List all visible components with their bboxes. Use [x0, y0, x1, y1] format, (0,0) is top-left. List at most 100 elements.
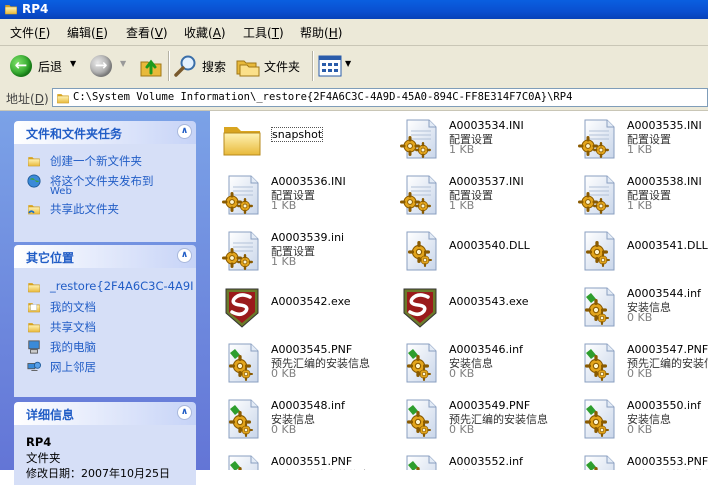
other-places-panel: 其它位置 ∧ _restore{2F4A6C3C-4A9I 我的文档 共享文档 … [14, 245, 196, 397]
file-name: A0003541.DLL [627, 239, 708, 252]
share-folder-icon [26, 202, 42, 216]
file-name: A0003540.DLL [449, 239, 530, 252]
file-item[interactable]: A0003548.inf 安装信息 0 KB [214, 395, 392, 451]
search-icon [174, 55, 196, 77]
views-button[interactable]: ▼ [318, 54, 352, 78]
file-name: A0003542.exe [271, 295, 351, 308]
file-item[interactable]: A0003546.inf 安装信息 0 KB [392, 339, 570, 395]
collapse-chevron-icon[interactable]: ∧ [177, 405, 192, 420]
setup-info-icon [576, 397, 620, 441]
file-size: 1 KB [627, 143, 653, 156]
setup-info-icon [576, 285, 620, 329]
setup-info-icon [398, 453, 442, 470]
my-computer-icon [28, 340, 40, 354]
folder-icon [55, 91, 71, 105]
folder-icon [220, 117, 264, 161]
file-item[interactable]: A0003542.exe [214, 283, 392, 339]
file-item[interactable]: A0003540.DLL [392, 227, 570, 283]
forward-arrow-icon: → [90, 55, 112, 77]
config-file-icon [398, 173, 442, 217]
up-folder-icon [140, 59, 162, 77]
file-size: 1 KB [449, 143, 475, 156]
file-item[interactable]: A0003543.exe [392, 283, 570, 339]
file-size: 0 KB [449, 423, 475, 436]
file-item[interactable]: A0003537.INI 配置设置 1 KB [392, 171, 570, 227]
file-size: 1 KB [271, 255, 297, 268]
setup-info-icon [576, 341, 620, 385]
forward-button[interactable]: → ▼ [90, 54, 130, 78]
folders-button[interactable]: 文件夹 [236, 54, 306, 78]
setup-info-icon [576, 453, 620, 470]
menu-view[interactable]: 查看(V) [126, 24, 168, 41]
dropdown-arrow-icon[interactable]: ▼ [345, 59, 351, 68]
folders-icon [236, 60, 260, 77]
file-size: 0 KB [627, 367, 653, 380]
file-item[interactable]: A0003550.inf 安装信息 0 KB [570, 395, 708, 451]
menu-help[interactable]: 帮助(H) [300, 24, 342, 41]
menu-edit[interactable]: 编辑(E) [67, 24, 108, 41]
file-item[interactable]: A0003541.DLL [570, 227, 708, 283]
address-bar: 地址(D) C:\System Volume Information\_rest… [0, 86, 708, 111]
publish-web-icon [27, 174, 41, 188]
file-item[interactable]: A0003551.PNF预先汇编的安装信息 [214, 451, 392, 470]
window-title: RP4 [22, 2, 49, 16]
search-button[interactable]: 搜索 [174, 54, 234, 78]
file-size: 0 KB [271, 423, 297, 436]
exe-file-icon [398, 285, 442, 329]
title-bar[interactable]: RP4 [0, 0, 708, 19]
file-item[interactable]: A0003552.inf安装信息 [392, 451, 570, 470]
details-type: 文件夹 [26, 451, 61, 465]
file-tasks-header[interactable]: 文件和文件夹任务 ∧ [14, 121, 196, 144]
address-label: 地址(D) [6, 92, 49, 106]
dropdown-arrow-icon[interactable]: ▼ [70, 59, 76, 68]
details-header[interactable]: 详细信息 ∧ [14, 402, 196, 425]
menu-favorites[interactable]: 收藏(A) [184, 24, 226, 41]
file-item[interactable]: A0003553.PNF预先汇编的安装信息 [570, 451, 708, 470]
other-places-header[interactable]: 其它位置 ∧ [14, 245, 196, 268]
file-item[interactable]: A0003549.PNF 预先汇编的安装信息 0 KB [392, 395, 570, 451]
file-item[interactable]: A0003547.PNF预先汇编的安装信息0 KB [570, 339, 708, 395]
file-item[interactable]: snapshot [214, 115, 392, 171]
file-item[interactable]: A0003536.INI 配置设置 1 KB [214, 171, 392, 227]
details-panel: 详细信息 ∧ RP4 文件夹 修改日期：2007年10月25日 [14, 402, 196, 485]
file-item[interactable]: A0003545.PNF 预先汇编的安装信息 0 KB [214, 339, 392, 395]
setup-info-icon [398, 341, 442, 385]
setup-info-icon [220, 397, 264, 441]
setup-info-icon [398, 397, 442, 441]
file-size: 0 KB [627, 311, 653, 324]
dll-file-icon [576, 229, 620, 273]
new-folder-icon [26, 154, 42, 168]
address-input[interactable]: C:\System Volume Information\_restore{2F… [52, 88, 708, 107]
menu-tools[interactable]: 工具(T) [243, 24, 284, 41]
menu-file[interactable]: 文件(F) [10, 24, 50, 41]
details-name: RP4 [26, 435, 52, 449]
task-pane: 文件和文件夹任务 ∧ 创建一个新文件夹 将这个文件夹发布到 Web 共享此文件夹… [0, 111, 210, 485]
file-item[interactable]: A0003534.INI 配置设置 1 KB [392, 115, 570, 171]
back-button[interactable]: ← 后退 ▼ [10, 54, 86, 78]
file-view: snapshot A0003534.INI 配置设置 1 KB A0003535.INI… [210, 111, 708, 470]
file-name: A0003543.exe [449, 295, 529, 308]
setup-info-icon [220, 341, 264, 385]
shared-documents-icon [26, 320, 42, 334]
file-size: 1 KB [271, 199, 297, 212]
collapse-chevron-icon[interactable]: ∧ [177, 248, 192, 263]
toolbar: ← 后退 ▼ → ▼ 搜索 文件夹 ▼ [0, 45, 708, 87]
folder-icon [26, 280, 42, 294]
file-item[interactable]: A0003539.ini 配置设置 1 KB [214, 227, 392, 283]
exe-file-icon [220, 285, 264, 329]
file-size: 0 KB [627, 423, 653, 436]
config-file-icon [220, 173, 264, 217]
up-folder-button[interactable] [139, 54, 163, 78]
collapse-chevron-icon[interactable]: ∧ [177, 124, 192, 139]
config-file-icon [220, 229, 264, 273]
dll-file-icon [398, 229, 442, 273]
file-item[interactable]: A0003535.INI 配置设置 1 KB [570, 115, 708, 171]
file-item[interactable]: A0003538.INI 配置设置 1 KB [570, 171, 708, 227]
dropdown-arrow-icon[interactable]: ▼ [120, 59, 126, 68]
config-file-icon [576, 173, 620, 217]
file-item[interactable]: A0003544.inf 安装信息 0 KB [570, 283, 708, 339]
details-modified: 修改日期：2007年10月25日 [26, 467, 170, 480]
file-size: 1 KB [627, 199, 653, 212]
file-size: 1 KB [449, 199, 475, 212]
network-places-icon [27, 361, 41, 371]
